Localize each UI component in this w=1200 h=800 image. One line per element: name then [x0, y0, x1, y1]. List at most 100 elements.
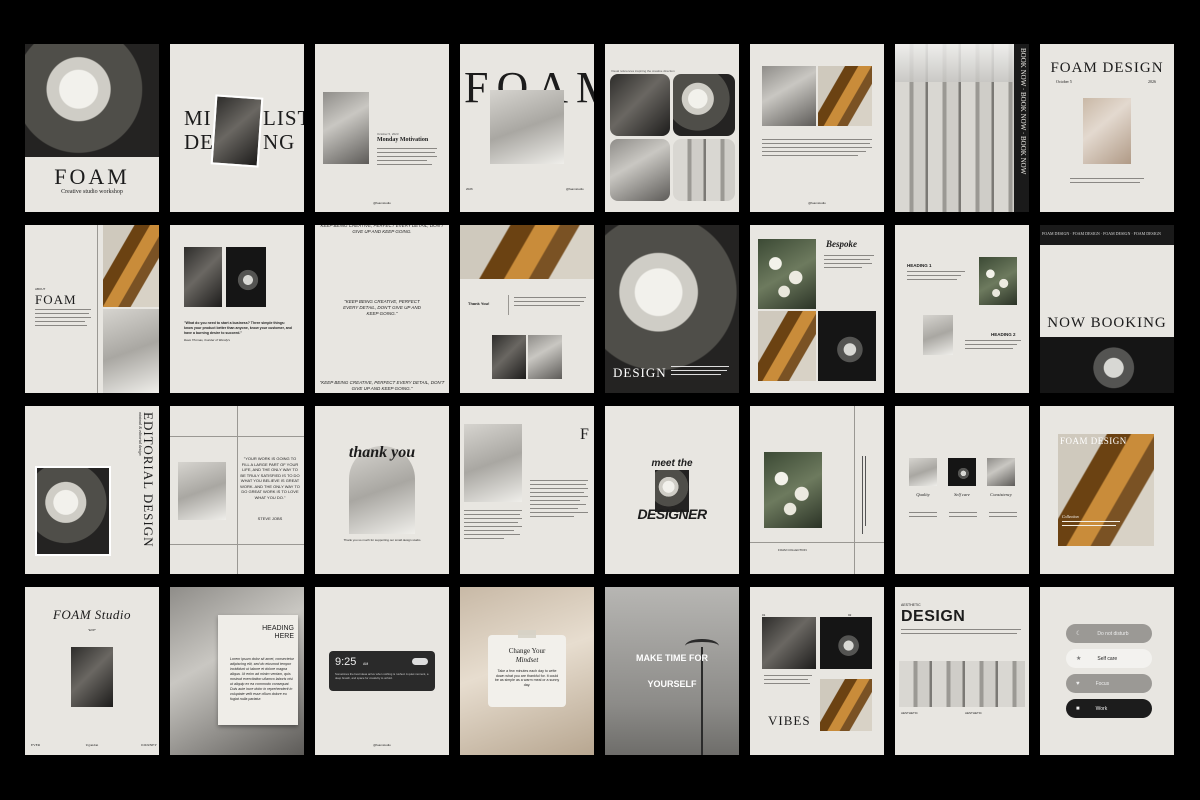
widget-body: Sometimes the best ideas arrive when not…: [335, 672, 429, 680]
about-kicker: ABOUT: [35, 287, 46, 291]
roses-bw-photo: [762, 66, 816, 126]
template-preview-grid: FOAM Creative studio workshop MI LIST DE…: [25, 44, 1175, 756]
slide-quote-dave-thomas[interactable]: "What do you need to start a business? T…: [170, 225, 304, 393]
amber-banner-photo: [460, 225, 594, 279]
heading-2-lines: [965, 340, 1021, 352]
mindset-title-2: Mindset: [515, 656, 539, 664]
ticker-text: FOAM DESIGN · FOAM DESIGN · FOAM DESIGN …: [1042, 231, 1161, 236]
collection-caption: FOAM COLLECTION: [778, 548, 807, 552]
quote-text: "What do you need to start a business? T…: [184, 321, 292, 335]
slide-minimalist-design[interactable]: MI LIST DE NG: [170, 44, 304, 212]
amber-photo: [758, 311, 816, 381]
slide-foam-design-cover[interactable]: FOAM DESIGN October 5 2026: [1040, 44, 1174, 212]
hero-handle: @foamstudio: [566, 187, 584, 191]
mode-self-care[interactable]: ★ Self care: [1066, 649, 1152, 668]
slide-values[interactable]: Quality Self care Consistency: [895, 406, 1029, 574]
value-photo-2: [948, 458, 976, 486]
jobs-author: STEVE JOBS: [240, 516, 300, 521]
aesthetic-kicker: AESTHETIC: [901, 603, 921, 607]
aesthetic-left: AESTHETIC: [901, 711, 918, 715]
footer-handle: @foamstudio: [808, 201, 826, 205]
heading-2: HEADING 2: [991, 332, 1016, 337]
mode-label-3: Focus: [1095, 680, 1110, 687]
quote-top: KEEP BEING CREATIVE, PERFECT EVERY DETAI…: [320, 225, 444, 234]
thanks-text-lines: [514, 297, 586, 309]
slide-thank-you-note[interactable]: Thank You!: [460, 225, 594, 393]
slide-editorial-design[interactable]: minimal & editorial design EDITORIAL DES…: [25, 406, 159, 574]
divider: [508, 295, 509, 315]
slide-monday-motivation[interactable]: October 5, 2023 Monday Motivation @foams…: [315, 44, 449, 212]
now-booking-title: NOW BOOKING: [1047, 315, 1167, 331]
slide-vibes[interactable]: 01 02 VIBES: [750, 587, 884, 755]
heading-1-lines: [907, 271, 967, 283]
blooms-photo: [979, 257, 1017, 305]
roses-photo: [25, 44, 159, 157]
column-lines-right: [530, 480, 590, 520]
slide-foam-hero[interactable]: FOAM 2026 @foamstudio: [460, 44, 594, 212]
palm-leaves: [685, 639, 719, 653]
mindset-body: Take a few minutes each day to write dow…: [494, 669, 560, 687]
slide-change-your-mindset[interactable]: Change Your Mindset Take a few minutes e…: [460, 587, 594, 755]
post-date: October 5, 2023: [377, 132, 399, 136]
about-text-lines: [35, 309, 91, 329]
slide-headings[interactable]: HEADING 1 HEADING 2: [895, 225, 1029, 393]
tulip-hand-photo: [103, 309, 159, 393]
vibes-photo-2: [820, 617, 872, 669]
slide-focus-modes[interactable]: ☾ Do not disturb ★ Self care ♥ Focus ■ Work: [1040, 587, 1174, 755]
cover-date: October 5: [1056, 79, 1072, 84]
slide-columns-book-now[interactable]: BOOK NOW · BOOK NOW · BOOK NOW: [895, 44, 1029, 212]
divider: [97, 225, 98, 393]
side-text-lines: [862, 456, 870, 536]
slide-two-photos-text[interactable]: @foamstudio: [750, 44, 884, 212]
slide-thank-you-arch[interactable]: thank you Thank you so much for supporti…: [315, 406, 449, 574]
studio-mid: Ugandan: [85, 743, 99, 747]
roses-framed-photo: [35, 466, 111, 556]
slide-quote-steve-jobs[interactable]: "YOUR WORK IS GOING TO FILL A LARGE PART…: [170, 406, 304, 574]
mode-label-4: Work: [1095, 705, 1108, 712]
slide-lockscreen-widget[interactable]: 9:25 AM Sometimes the best ideas arrive …: [315, 587, 449, 755]
mode-work[interactable]: ■ Work: [1066, 699, 1152, 718]
heading-1: HEADING 1: [907, 263, 932, 268]
book-now-strip: BOOK NOW · BOOK NOW · BOOK NOW: [1014, 44, 1029, 212]
slide-now-booking[interactable]: FOAM DESIGN · FOAM DESIGN · FOAM DESIGN …: [1040, 225, 1174, 393]
quote-author: Dave Thomas, founder of Wendy's: [184, 338, 231, 342]
mode-do-not-disturb[interactable]: ☾ Do not disturb: [1066, 624, 1152, 643]
daisy-photo: [226, 247, 266, 307]
title-part-2a: DE: [184, 130, 214, 154]
bespoke-text-lines: [824, 255, 876, 271]
slide-design-roses[interactable]: DESIGN: [605, 225, 739, 393]
mode-label-2: Self care: [1097, 655, 1118, 662]
slide-letter-f[interactable]: F: [460, 406, 594, 574]
quote-bottom: "KEEP BEING CREATIVE, PERFECT EVERY DETA…: [319, 380, 445, 391]
slide-meet-the-designer[interactable]: meet the DESIGNER: [605, 406, 739, 574]
aesthetic-text-lines: [901, 629, 1021, 637]
mode-focus[interactable]: ♥ Focus: [1066, 674, 1152, 693]
slide-about-foam[interactable]: ABOUT FOAM: [25, 225, 159, 393]
cloth-photo: [178, 462, 226, 520]
about-title: FOAM: [35, 292, 77, 307]
slide-aesthetic-design[interactable]: AESTHETIC DESIGN AESTHETIC AESTHETIC: [895, 587, 1029, 755]
slide-quote-keep-going[interactable]: KEEP BEING CREATIVE, PERFECT EVERY DETAI…: [315, 225, 449, 393]
slide-heading-here[interactable]: HEADING HERE Lorem ipsum dolor sit amet,…: [170, 587, 304, 755]
thank-you-title: thank you: [348, 444, 416, 461]
post-body-lines: [377, 148, 439, 168]
slide-bespoke[interactable]: Bespoke: [750, 225, 884, 393]
collection-title: FOAM DESIGN: [1060, 436, 1127, 446]
thank-you-label: Thank You!: [468, 301, 490, 306]
texture-photo: [1083, 98, 1131, 164]
slide-moodboard[interactable]: Visual references inspiring the creative…: [605, 44, 739, 212]
star-icon: ★: [1076, 656, 1082, 662]
title-part-1a: MI: [184, 106, 212, 130]
slide-cover-foam[interactable]: FOAM Creative studio workshop: [25, 44, 159, 212]
slide-make-time[interactable]: MAKE TIME FOR YOURSELF: [605, 587, 739, 755]
studio-sub: "EXP": [87, 628, 97, 632]
tape-strip: [518, 630, 536, 638]
hero-year: 2026: [466, 187, 473, 191]
slide-foam-studio[interactable]: FOAM Studio "EXP" EVER Ugandan JOURNEY: [25, 587, 159, 755]
cup-photo: [323, 92, 369, 164]
vibes-text-lines: [764, 675, 814, 687]
widget-toggle[interactable]: [412, 658, 428, 665]
cup-small-photo: [528, 335, 562, 379]
slide-foam-design-collection[interactable]: FOAM DESIGN Collection: [1040, 406, 1174, 574]
slide-foam-collection[interactable]: FOAM COLLECTION: [750, 406, 884, 574]
